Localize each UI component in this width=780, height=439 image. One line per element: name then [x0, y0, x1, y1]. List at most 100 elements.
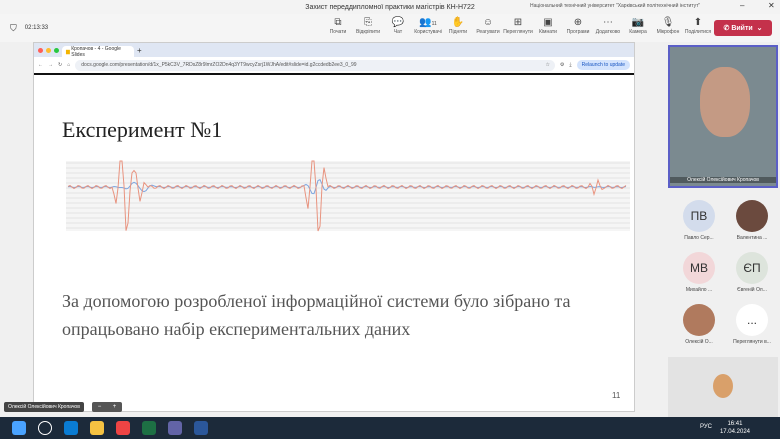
presenter-tag: Олексій Олексійович Кропачов [4, 402, 84, 412]
extensions-icon[interactable]: ⚙ [560, 62, 564, 68]
address-bar: ← → ↻ ⌂ docs.google.com/presentation/d/1x_P… [34, 57, 634, 73]
camera-icon: 📷 [631, 17, 645, 28]
toolbar-more-button[interactable]: ⋯ Додатково [594, 17, 622, 35]
toolbar-open-button[interactable]: ⎘ Відкріпити [354, 17, 382, 35]
close-icon[interactable]: ✕ [768, 1, 775, 10]
language-indicator[interactable]: РУС [700, 424, 712, 430]
title-bar: Захист переддипломної практики магістрів… [0, 0, 780, 14]
react-icon: ☺ [482, 17, 494, 28]
toolbar-label: Почати [329, 29, 347, 35]
search-icon[interactable] [38, 421, 52, 435]
speaker-name: Олексій Олексійович Кропачов [670, 177, 776, 183]
teams-icon[interactable] [168, 421, 182, 435]
new-tab-icon[interactable]: + [137, 46, 142, 55]
participant-tile[interactable]: Валентина ... [727, 200, 777, 241]
toolbar-label: Чат [393, 29, 403, 35]
tab-label: Кропачов - 4 - Google Slides [71, 45, 121, 58]
share-up-icon: ⬆ [693, 17, 703, 28]
url-text: docs.google.com/presentation/d/1x_P5kC3V… [81, 62, 357, 68]
participant-tile[interactable]: МВ Михайло ... [674, 252, 724, 293]
toolbar-label: Користувачі [414, 29, 442, 35]
participant-name: Олексій О... [685, 339, 713, 345]
leave-label: Вийти [731, 24, 753, 32]
toolbar-label: Реагувати [476, 29, 500, 35]
avatar-initials: ЄП [743, 261, 761, 275]
participant-tile[interactable]: ЄП Євгеній Ол... [727, 252, 777, 293]
clock[interactable]: 16:41 17.04.2024 [720, 420, 750, 436]
toolbar-label: Програми [566, 29, 590, 35]
avatar: МВ [683, 252, 715, 284]
apps-icon: ⊕ [573, 17, 583, 28]
toolbar-camera-button[interactable]: 📷 Камера [624, 17, 652, 35]
avatar: ПВ [683, 200, 715, 232]
reload-icon[interactable]: ↻ [58, 62, 62, 68]
word-icon[interactable] [194, 421, 208, 435]
forward-icon[interactable]: → [48, 62, 53, 68]
org-name: Національний технічний університет "Харк… [530, 3, 701, 9]
zoom-in-icon[interactable]: + [113, 404, 117, 410]
toolbar-label: Підняти [448, 29, 468, 35]
more-icon: ⋯ [603, 17, 613, 28]
toolbar-label: Переглянути [503, 29, 533, 35]
meeting-timer: 02:13:33 [24, 25, 49, 31]
zoom-controls[interactable]: − + [92, 402, 122, 412]
excel-icon[interactable] [142, 421, 156, 435]
shield-icon: ⛉ [10, 22, 17, 33]
home-icon[interactable]: ⌂ [67, 62, 70, 68]
speaker-face [700, 67, 750, 137]
participant-name: Михайло ... [685, 287, 713, 293]
speaker-video[interactable]: Олексій Олексійович Кропачов [668, 45, 778, 188]
leave-button[interactable]: ✆ Вийти ⌄ [714, 20, 772, 36]
share-icon: ⧉ [334, 17, 342, 28]
toolbar-hand-button[interactable]: ✋ Підняти [444, 17, 472, 35]
avatar-initials: ПВ [690, 209, 708, 223]
start-icon[interactable] [12, 421, 26, 435]
toolbar-chat-button[interactable]: 💬 Чат [384, 17, 412, 35]
rooms-icon: ▣ [543, 17, 553, 28]
tab-slides[interactable]: ▆ Кропачов - 4 - Google Slides [62, 45, 134, 58]
meeting-toolbar: ⛉ 02:13:33 ⧉ Почати ⎘ Відкріпити 💬 Чат 👥11 Кори… [0, 14, 780, 42]
toolbar-share-button[interactable]: ⧉ Почати [324, 17, 352, 35]
maximize-dot[interactable] [54, 47, 59, 53]
experiment-chart-image [66, 160, 630, 232]
minimize-icon[interactable]: – [740, 1, 744, 10]
participant-tile[interactable]: ... Переглянути в... [727, 304, 777, 345]
star-icon[interactable]: ☆ [545, 62, 549, 68]
slide: Експеримент №1 За допомогою розробленої … [34, 73, 634, 411]
toolbar-label: Кімнати [539, 29, 557, 35]
toolbar-view-button[interactable]: ⊞ Переглянути [503, 17, 533, 35]
url-input[interactable]: docs.google.com/presentation/d/1x_P5kC3V… [75, 59, 555, 71]
mic-icon: 🎙 [661, 17, 675, 28]
edge-icon[interactable] [64, 421, 78, 435]
self-video-tile[interactable] [668, 357, 778, 417]
toolbar-share-up-button[interactable]: ⬆ Поділитися [684, 17, 712, 35]
toolbar-label: Додатково [595, 29, 621, 35]
close-dot[interactable] [38, 47, 43, 53]
avatar-initials: МВ [690, 261, 708, 275]
browser-window: ▆ Кропачов - 4 - Google Slides + ← → ↻ ⌂ do… [33, 42, 635, 412]
open-icon: ⎘ [364, 17, 372, 28]
explorer-icon[interactable] [90, 421, 104, 435]
zoom-out-icon[interactable]: − [98, 404, 102, 410]
participant-name: Євгеній Ол... [737, 287, 767, 293]
participant-tile[interactable]: ПВ Павло Сер... [674, 200, 724, 241]
participant-name: Валентина ... [736, 235, 768, 241]
toolbar-rooms-button[interactable]: ▣ Кімнати [534, 17, 562, 35]
participant-tile[interactable]: Олексій О... [674, 304, 724, 345]
self-avatar [713, 374, 733, 398]
toolbar-mic-button[interactable]: 🎙 Мікрофон [654, 17, 682, 35]
relaunch-button[interactable]: Relaunch to update [576, 60, 630, 70]
toolbar-apps-button[interactable]: ⊕ Програми [564, 17, 592, 35]
participant-name: Павло Сер... [684, 235, 714, 241]
chrome-icon[interactable] [116, 421, 130, 435]
minimize-dot[interactable] [46, 47, 51, 53]
badge: 11 [431, 21, 437, 27]
toolbar-label: Відкріпити [355, 29, 381, 35]
people-icon: 👥11 [419, 17, 437, 28]
back-icon[interactable]: ← [38, 62, 43, 68]
slide-title: Експеримент №1 [62, 117, 223, 142]
toolbar-react-button[interactable]: ☺ Реагувати [474, 17, 502, 35]
download-icon[interactable]: ⤓ [569, 62, 571, 68]
toolbar-people-button[interactable]: 👥11 Користувачі [414, 17, 442, 35]
hand-icon: ✋ [451, 17, 465, 28]
